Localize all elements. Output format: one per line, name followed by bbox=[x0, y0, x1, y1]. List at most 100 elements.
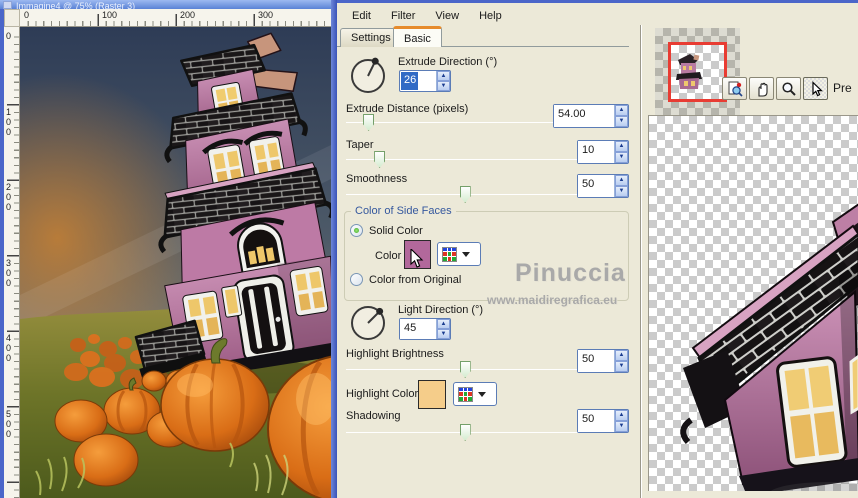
app-root: Immagine4 @ 75% (Raster 3) 0 100 200 300 0 1… bbox=[0, 0, 858, 498]
ruler-h-label: 200 bbox=[180, 10, 196, 20]
arrow-pointer-icon bbox=[811, 80, 823, 96]
spin-up-icon[interactable]: ▲ bbox=[615, 141, 628, 152]
color-from-original-label[interactable]: Color from Original bbox=[369, 274, 461, 286]
vertical-ruler: 0 1 0 0 2 0 0 3 0 0 4 0 0 5 0 0 bbox=[4, 27, 20, 498]
preview-extruded-image bbox=[680, 203, 858, 491]
image-canvas[interactable] bbox=[20, 27, 331, 498]
color-grid-icon bbox=[442, 246, 457, 262]
image-window: Immagine4 @ 75% (Raster 3) 0 100 200 300 0 1… bbox=[0, 0, 337, 498]
preview-label: Pre bbox=[833, 81, 852, 95]
light-direction-input[interactable]: 45 ▲ ▼ bbox=[399, 318, 451, 340]
menu-filter[interactable]: Filter bbox=[382, 8, 424, 24]
color-grid-icon bbox=[458, 386, 473, 402]
controls-panel: Extrude Direction (°) 26 ▲ ▼ Extrude Dis… bbox=[337, 47, 633, 498]
chevron-down-icon bbox=[478, 391, 486, 397]
panel-divider bbox=[640, 25, 642, 498]
taper-value[interactable]: 10 bbox=[578, 141, 614, 163]
smoothness-input[interactable]: 50 ▲ ▼ bbox=[577, 174, 629, 198]
light-direction-value[interactable]: 45 bbox=[400, 319, 436, 339]
preview-area[interactable] bbox=[648, 115, 858, 491]
navigator-thumbnail[interactable] bbox=[655, 28, 740, 115]
ruler-v-label: 4 0 0 bbox=[6, 333, 12, 363]
horizontal-ruler: 0 100 200 300 bbox=[20, 9, 331, 27]
light-direction-spinner: ▲ ▼ bbox=[436, 319, 450, 339]
highlight-color-picker-button[interactable] bbox=[453, 382, 497, 406]
ruler-h-label: 100 bbox=[102, 10, 118, 20]
menu-edit[interactable]: Edit bbox=[343, 8, 380, 24]
light-direction-dial[interactable] bbox=[351, 306, 385, 340]
extrude-direction-spinner: ▲ ▼ bbox=[436, 71, 450, 91]
smoothness-thumb[interactable] bbox=[459, 186, 471, 203]
shadowing-thumb[interactable] bbox=[459, 424, 471, 441]
watermark-site: www.maidiregrafica.eu bbox=[487, 293, 618, 307]
shadowing-spinner: ▲ ▼ bbox=[614, 410, 628, 432]
highlight-brightness-input[interactable]: 50 ▲ ▼ bbox=[577, 349, 629, 373]
image-window-title: Immagine4 @ 75% (Raster 3) bbox=[16, 1, 136, 9]
spin-down-icon[interactable]: ▼ bbox=[437, 81, 450, 91]
chevron-down-icon bbox=[462, 251, 470, 257]
pan-tool-button[interactable] bbox=[749, 77, 774, 100]
extrude-distance-input[interactable]: 54.00 ▲ ▼ bbox=[553, 104, 629, 128]
highlight-color-swatch[interactable] bbox=[418, 380, 446, 409]
highlight-brightness-thumb[interactable] bbox=[459, 361, 471, 378]
extrude-distance-spinner: ▲ ▼ bbox=[614, 105, 628, 127]
horizontal-ruler-ticks bbox=[21, 14, 331, 26]
taper-input[interactable]: 10 ▲ ▼ bbox=[577, 140, 629, 164]
spin-down-icon[interactable]: ▼ bbox=[615, 421, 628, 432]
smoothness-value[interactable]: 50 bbox=[578, 175, 614, 197]
image-window-icon bbox=[3, 1, 12, 9]
ruler-v-label: 5 0 0 bbox=[6, 408, 12, 439]
zoom-tool-button[interactable] bbox=[776, 77, 801, 100]
spin-down-icon[interactable]: ▼ bbox=[615, 186, 628, 197]
ruler-v-label: 3 0 0 bbox=[6, 257, 12, 288]
color-from-original-radio[interactable] bbox=[350, 273, 363, 286]
select-tool-button[interactable] bbox=[803, 77, 828, 100]
ruler-v-label: 1 0 0 bbox=[6, 106, 12, 137]
extrude-direction-value[interactable]: 26 bbox=[401, 72, 419, 90]
magnifier-icon bbox=[781, 81, 796, 96]
ruler-h-label: 300 bbox=[258, 10, 274, 20]
ruler-corner bbox=[4, 9, 20, 27]
ruler-v-label: 2 0 0 bbox=[6, 182, 12, 212]
extrude-direction-input[interactable]: 26 ▲ ▼ bbox=[399, 70, 451, 92]
taper-thumb[interactable] bbox=[374, 151, 386, 168]
menu-view[interactable]: View bbox=[426, 8, 468, 24]
watermark-name: Pinuccia bbox=[515, 259, 626, 287]
menubar: Edit Filter View Help bbox=[337, 6, 858, 25]
spin-down-icon[interactable]: ▼ bbox=[615, 361, 628, 372]
filter-dialog: Edit Filter View Help Settings Basic Ext… bbox=[337, 0, 858, 498]
shadowing-value[interactable]: 50 bbox=[578, 410, 614, 432]
navigator-tool-button[interactable] bbox=[722, 77, 747, 100]
spin-down-icon[interactable]: ▼ bbox=[437, 329, 450, 339]
color-label: Color bbox=[375, 250, 402, 262]
extrude-direction-dial[interactable] bbox=[351, 59, 385, 93]
spin-down-icon[interactable]: ▼ bbox=[615, 152, 628, 163]
spin-up-icon[interactable]: ▲ bbox=[615, 350, 628, 361]
thumbnail-selection-box[interactable] bbox=[668, 42, 727, 102]
spin-up-icon[interactable]: ▲ bbox=[615, 105, 628, 116]
spin-up-icon[interactable]: ▲ bbox=[437, 319, 450, 329]
extrude-distance-thumb[interactable] bbox=[363, 114, 375, 131]
ruler-h-label: 0 bbox=[24, 10, 30, 20]
thumbnail-house-image bbox=[676, 54, 702, 89]
tab-basic[interactable]: Basic bbox=[393, 26, 442, 47]
spin-up-icon[interactable]: ▲ bbox=[437, 71, 450, 81]
spin-down-icon[interactable]: ▼ bbox=[615, 116, 628, 127]
hand-icon bbox=[757, 82, 768, 97]
tabstrip: Settings Basic bbox=[337, 26, 633, 47]
spin-up-icon[interactable]: ▲ bbox=[615, 175, 628, 186]
light-direction-label: Light Direction (°) bbox=[398, 304, 484, 316]
spin-up-icon[interactable]: ▲ bbox=[615, 410, 628, 421]
solid-color-label[interactable]: Solid Color bbox=[369, 225, 423, 237]
preview-toolbar bbox=[722, 77, 828, 100]
extrude-distance-value[interactable]: 54.00 bbox=[554, 105, 614, 127]
shadowing-input[interactable]: 50 ▲ ▼ bbox=[577, 409, 629, 433]
light-direction-needle bbox=[367, 311, 380, 324]
ruler-v-label: 0 bbox=[6, 31, 12, 41]
extrude-direction-label: Extrude Direction (°) bbox=[398, 56, 498, 68]
image-window-titlebar[interactable]: Immagine4 @ 75% (Raster 3) bbox=[0, 0, 337, 9]
menu-help[interactable]: Help bbox=[470, 8, 511, 24]
side-color-picker-button[interactable] bbox=[437, 242, 481, 266]
highlight-brightness-value[interactable]: 50 bbox=[578, 350, 614, 372]
solid-color-radio[interactable] bbox=[350, 224, 363, 237]
